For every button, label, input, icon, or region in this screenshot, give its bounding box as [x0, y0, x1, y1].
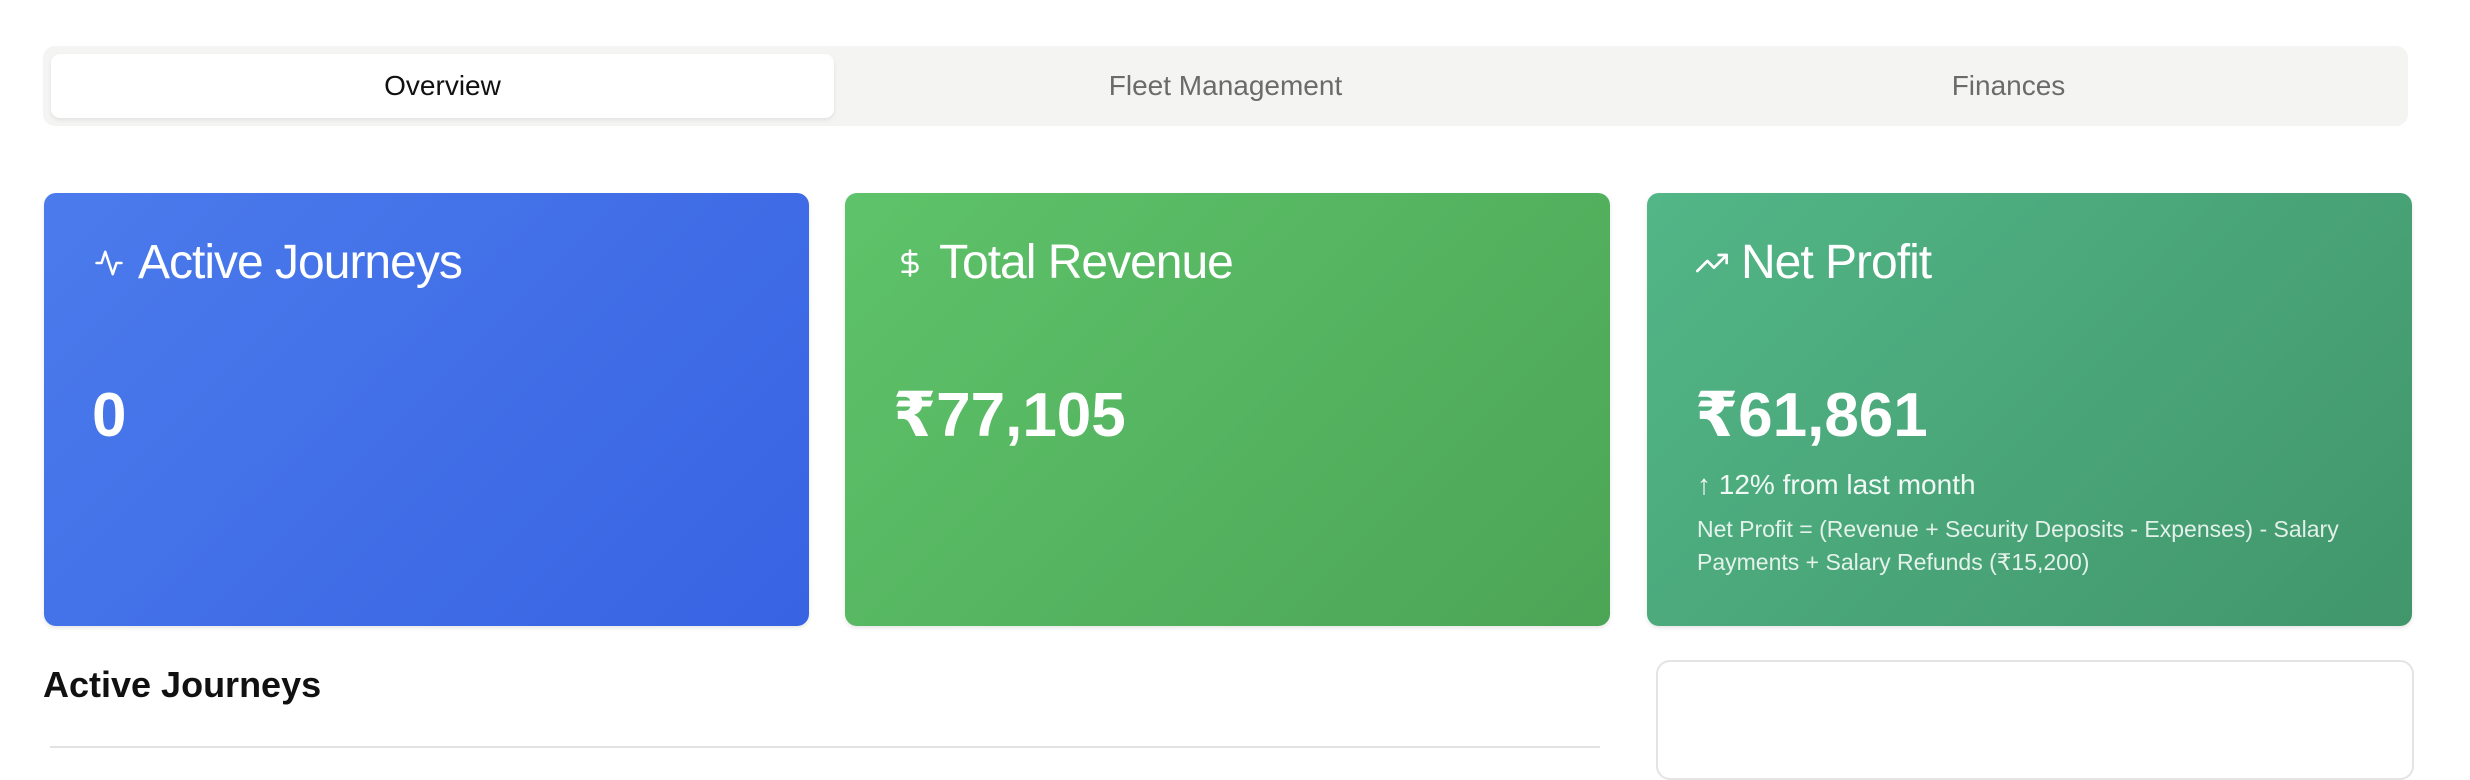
active-journeys-section-title: Active Journeys: [43, 664, 322, 705]
active-journeys-value: 0: [92, 381, 127, 450]
card-title: Total Revenue: [939, 236, 1234, 289]
total-revenue-card: Total Revenue ₹77,105: [845, 193, 1610, 626]
card-title: Net Profit: [1741, 236, 1932, 289]
tab-finances[interactable]: Finances: [1617, 54, 2400, 118]
tab-overview[interactable]: Overview: [51, 54, 834, 118]
card-header: Active Journeys: [92, 235, 463, 290]
net-profit-formula-note: Net Profit = (Revenue + Security Deposit…: [1697, 516, 2339, 575]
net-profit-change: ↑ 12% from last month: [1697, 469, 1976, 500]
net-profit-card: Net Profit ₹61,861 ↑ 12% from last month…: [1647, 193, 2412, 626]
tab-fleet-management[interactable]: Fleet Management: [834, 54, 1617, 118]
total-revenue-value: ₹77,105: [893, 381, 1126, 450]
net-profit-value: ₹61,861: [1695, 381, 1928, 450]
side-panel: [1656, 660, 2414, 780]
trending-up-icon: [1695, 246, 1729, 280]
card-header: Net Profit: [1695, 235, 1932, 290]
active-journeys-card: Active Journeys 0: [44, 193, 809, 626]
dollar-icon: [893, 246, 927, 280]
activity-icon: [92, 246, 126, 280]
card-header: Total Revenue: [893, 235, 1234, 290]
card-title: Active Journeys: [138, 236, 463, 289]
tab-bar: Overview Fleet Management Finances: [43, 46, 2408, 126]
